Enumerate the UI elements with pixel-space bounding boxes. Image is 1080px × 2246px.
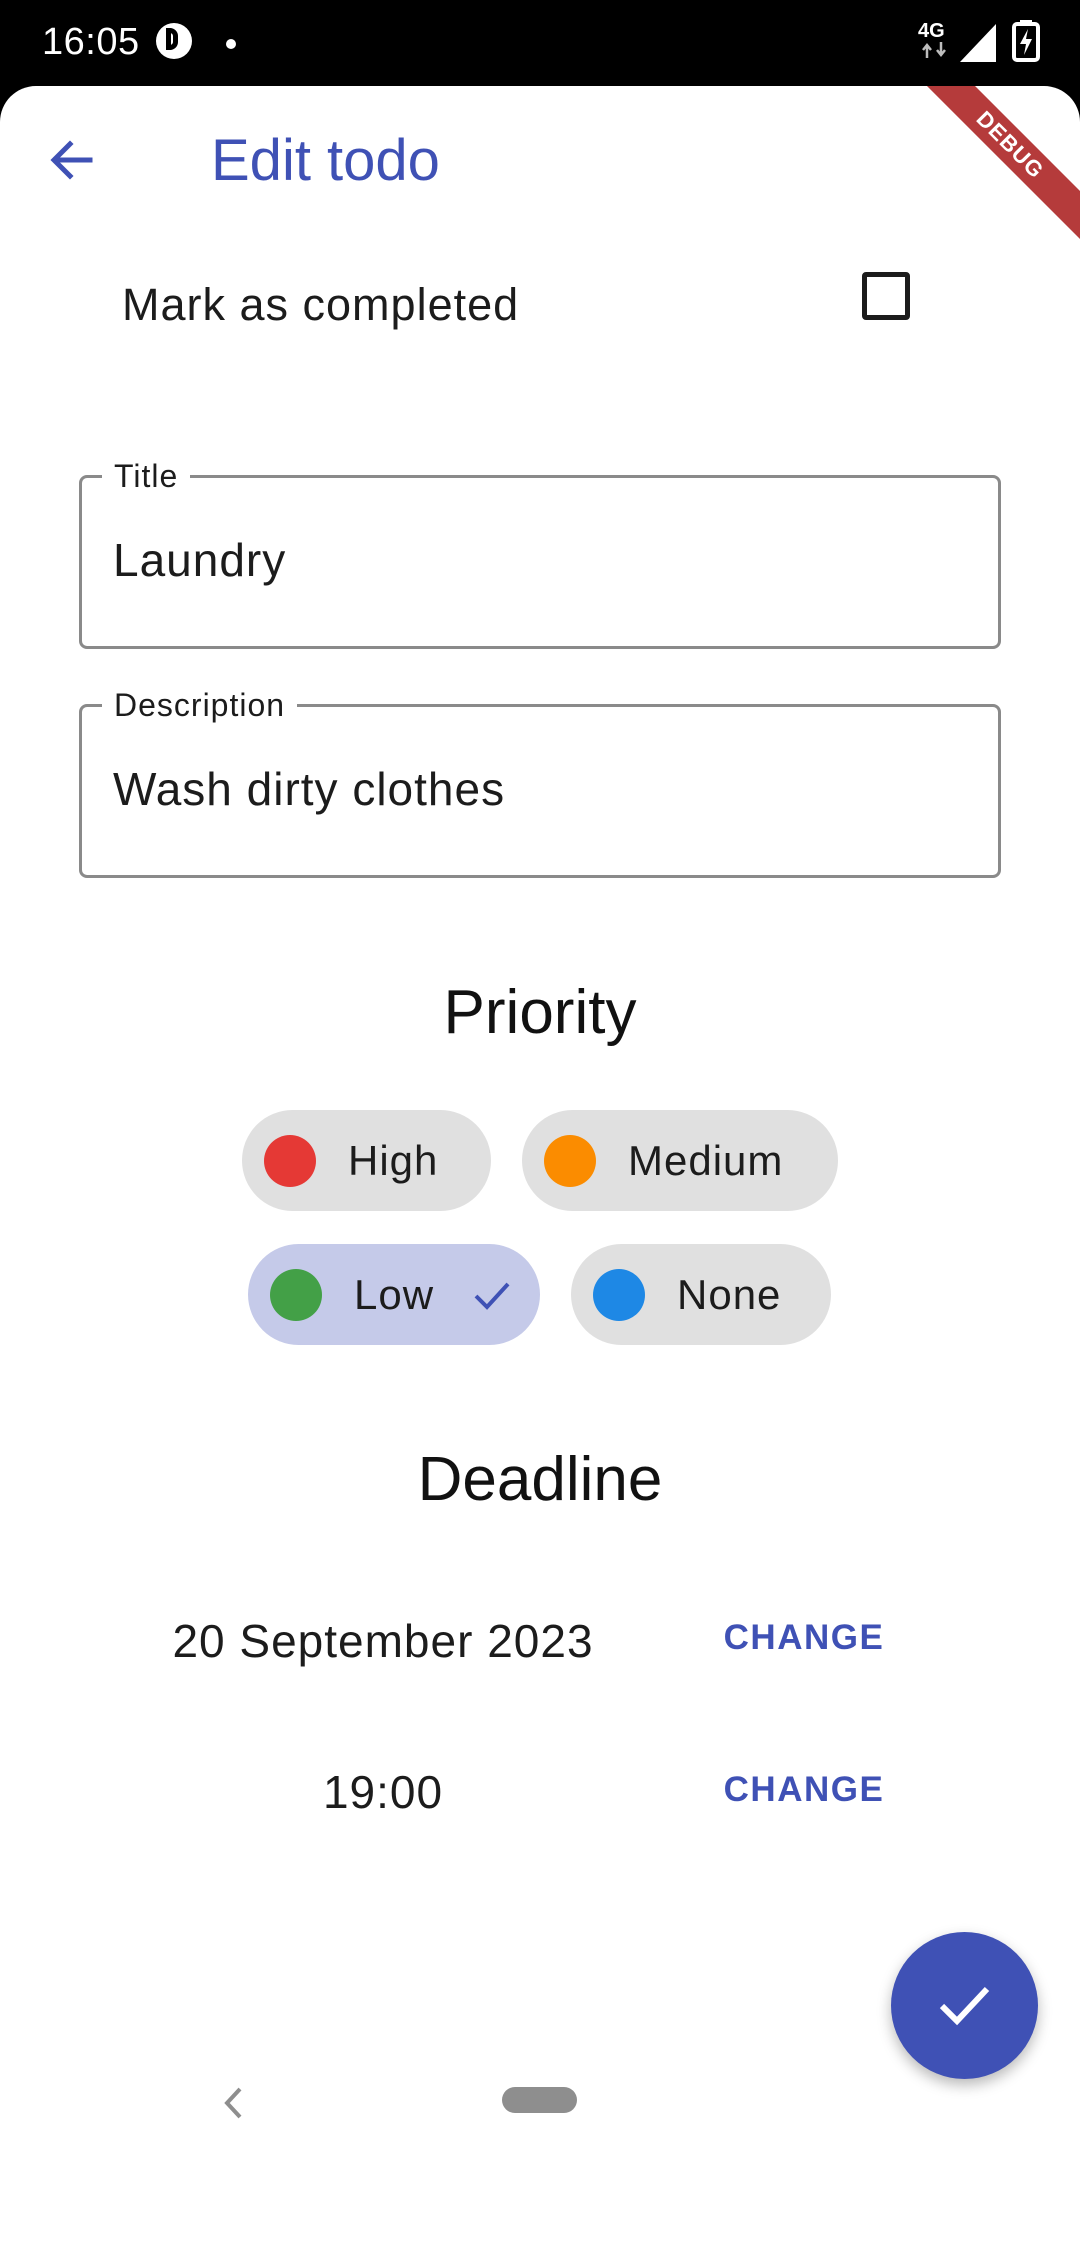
description-field-value[interactable]: Wash dirty clothes (113, 761, 505, 817)
priority-chip-label: Low (354, 1271, 435, 1318)
priority-chip-label: None (677, 1271, 782, 1318)
priority-chip-high[interactable]: High (242, 1110, 491, 1211)
description-field-label: Description (102, 685, 298, 725)
orange-dot-icon (544, 1135, 596, 1187)
description-field[interactable]: Description Wash dirty clothes (79, 685, 1001, 878)
edit-todo-screen: DEBUG Edit todo Mark as completed Title … (0, 86, 1080, 2246)
priority-chip-label: Medium (628, 1137, 784, 1184)
save-fab-button[interactable] (891, 1932, 1038, 2079)
mark-completed-row[interactable]: Mark as completed (122, 272, 922, 336)
priority-chip-low[interactable]: Low (248, 1244, 540, 1345)
change-date-button[interactable]: CHANGE (712, 1606, 896, 1670)
check-icon (939, 1986, 990, 2026)
blue-dot-icon (593, 1269, 645, 1321)
deadline-time: 19:00 (322, 1766, 444, 1818)
network-arrows-icon (922, 42, 946, 58)
priority-heading: Priority (443, 978, 637, 1047)
mark-completed-checkbox[interactable] (862, 272, 910, 320)
title-field[interactable]: Title Laundry (79, 456, 1001, 649)
title-field-value[interactable]: Laundry (113, 532, 286, 588)
red-dot-icon (264, 1135, 316, 1187)
deadline-heading: Deadline (417, 1445, 663, 1514)
title-field-label: Title (102, 456, 191, 496)
dot-icon (226, 39, 236, 49)
page-title: Edit todo (211, 128, 440, 193)
app-notification-icon (156, 23, 192, 59)
status-bar: 16:05 4G (0, 0, 1080, 86)
priority-chip-none[interactable]: None (571, 1244, 831, 1345)
change-time-button[interactable]: CHANGE (712, 1758, 896, 1822)
arrow-back-icon[interactable] (42, 128, 106, 192)
check-icon (474, 1282, 510, 1310)
priority-chip-medium[interactable]: Medium (522, 1110, 838, 1211)
mark-completed-label: Mark as completed (122, 279, 520, 330)
battery-charging-icon (1012, 20, 1040, 62)
priority-chip-label: High (348, 1137, 439, 1184)
network-4g-label: 4G (918, 20, 945, 42)
signal-icon (960, 24, 996, 62)
green-dot-icon (270, 1269, 322, 1321)
nav-home-pill[interactable] (502, 2087, 577, 2113)
nav-back-icon[interactable] (218, 2083, 248, 2123)
debug-banner: DEBUG (906, 86, 1080, 249)
deadline-date: 20 September 2023 (172, 1615, 594, 1667)
status-time: 16:05 (42, 21, 140, 63)
